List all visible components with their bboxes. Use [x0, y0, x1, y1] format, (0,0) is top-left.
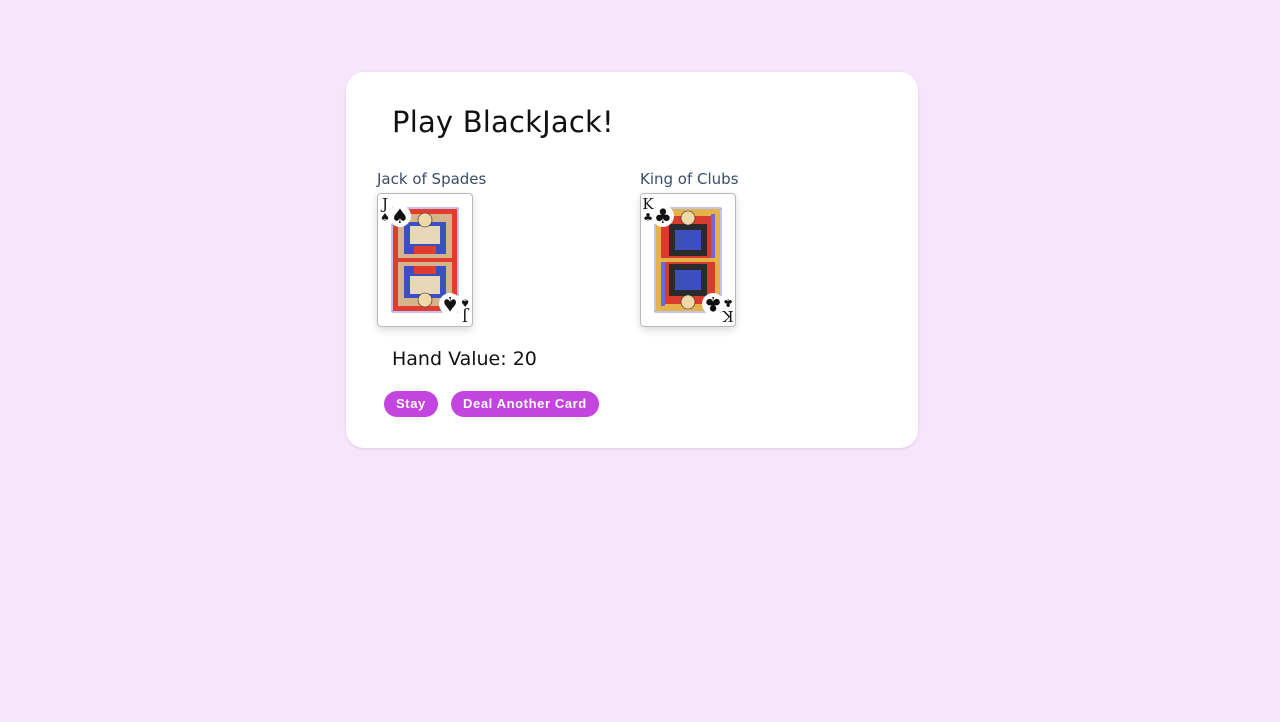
svg-text:♣: ♣ [704, 292, 722, 316]
card-image-jack: J ♠ ♠ J ♠ ♠ [377, 193, 473, 327]
card-image-king: K ♣ ♣ K ♣ ♣ [640, 193, 736, 327]
svg-text:♠: ♠ [380, 211, 390, 224]
stay-button[interactable]: Stay [384, 391, 438, 417]
svg-text:♠: ♠ [441, 292, 459, 316]
card-caption: King of Clubs [640, 170, 739, 188]
page-title: Play BlackJack! [392, 105, 614, 139]
game-panel: Play BlackJack! Jack of Spades J ♠ ♠ J ♠… [346, 72, 918, 448]
svg-text:♣: ♣ [723, 296, 733, 309]
deal-another-card-button[interactable]: Deal Another Card [451, 391, 599, 417]
card-jack-of-spades: Jack of Spades J ♠ ♠ J ♠ ♠ [377, 169, 486, 327]
card-caption: Jack of Spades [377, 170, 487, 188]
svg-text:♣: ♣ [643, 211, 653, 224]
svg-text:♠: ♠ [460, 296, 470, 309]
svg-text:♣: ♣ [654, 204, 672, 228]
hand-value: Hand Value: 20 [392, 348, 537, 370]
card-king-of-clubs: King of Clubs K ♣ ♣ K ♣ ♣ [640, 169, 739, 327]
svg-text:♠: ♠ [391, 204, 409, 228]
